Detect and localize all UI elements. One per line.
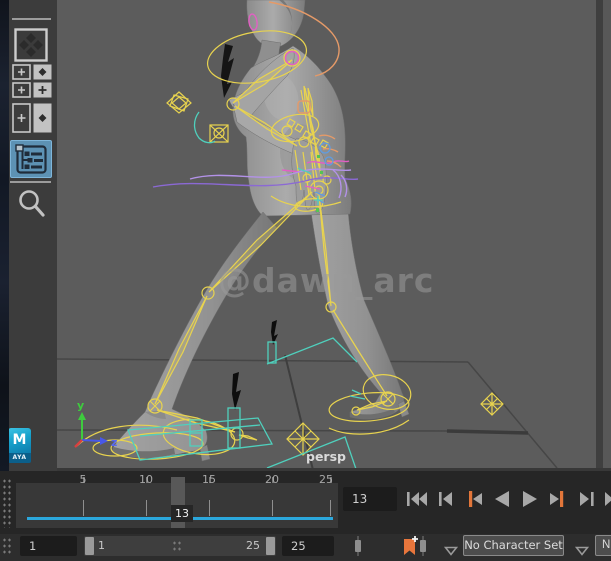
- play-backwards-icon: [494, 491, 509, 507]
- plus-outline-icon: [12, 82, 31, 98]
- range-start-handle[interactable]: [85, 537, 94, 555]
- tall-key-button[interactable]: [33, 103, 52, 133]
- search-icon: [19, 190, 45, 217]
- chevron-down-icon: [574, 546, 590, 556]
- character-mesh[interactable]: [111, 0, 410, 462]
- character-set-dropdown[interactable]: No Character Set: [463, 535, 564, 556]
- maya-window: M AYA y z persp @dawn_arc 5 10 15 20 25 …: [0, 0, 611, 561]
- frame-tick: [146, 500, 147, 516]
- playback-range-slider[interactable]: 1 25: [84, 536, 276, 556]
- range-grip-handle[interactable]: [2, 537, 13, 556]
- add-key-solid-button[interactable]: [33, 82, 52, 98]
- plus-solid-icon: [33, 82, 52, 98]
- go-to-start-icon: [407, 492, 428, 506]
- frame-tick: [272, 500, 273, 516]
- diamond-solid-icon: [33, 64, 52, 80]
- head[interactable]: [246, 0, 306, 48]
- frame-tick: [209, 500, 210, 516]
- anim-layer-dropdown-clipped[interactable]: N: [595, 535, 611, 556]
- next-key-icon: [550, 491, 564, 507]
- add-key-button[interactable]: [12, 64, 31, 80]
- step-forward-frame-button[interactable]: [576, 487, 598, 511]
- current-frame-label: 13: [171, 505, 193, 522]
- previous-key-icon: [468, 491, 482, 507]
- range-slider-row: 1 25 No Character Set: [0, 534, 611, 561]
- range-center-grip[interactable]: [172, 540, 181, 553]
- bookmark-add-icon: [404, 536, 418, 555]
- go-to-end-icon: [604, 492, 611, 506]
- go-to-start-button[interactable]: [406, 487, 428, 511]
- add-bookmark-button[interactable]: [402, 535, 420, 557]
- step-back-key-button[interactable]: [463, 487, 485, 511]
- step-forward-key-button[interactable]: [547, 487, 569, 511]
- viewport-3d-scene[interactable]: y z persp @dawn_arc: [56, 0, 596, 471]
- animation-end-field[interactable]: [282, 536, 334, 556]
- add-inbetween-button[interactable]: [12, 82, 31, 98]
- frame-tick: [83, 500, 84, 516]
- plus-outline-tall-icon: [12, 103, 31, 133]
- desktop-edge-strip: [0, 0, 9, 471]
- maya-logo-text: AYA: [8, 453, 31, 463]
- keyframe-diamonds-icon: [14, 28, 48, 62]
- go-to-end-button[interactable]: [604, 487, 611, 511]
- plus-outline-icon: [12, 64, 31, 80]
- frame-tick-label: 5: [79, 473, 87, 486]
- tall-add-button[interactable]: [12, 103, 31, 133]
- frame-tick-label: 10: [139, 473, 153, 486]
- time-slider-row: 5 10 15 20 25 13: [0, 471, 611, 534]
- frame-tick-label: 25: [319, 473, 333, 486]
- viewport-right-edge: [596, 0, 603, 468]
- step-back-frame-button[interactable]: [434, 487, 456, 511]
- timeline-grip-handle[interactable]: [2, 478, 13, 528]
- step-back-icon: [439, 492, 453, 506]
- play-backwards-button[interactable]: [491, 487, 513, 511]
- maya-logo: M AYA: [8, 428, 31, 463]
- secondary-slider[interactable]: [420, 536, 426, 556]
- anim-layer-menu-arrow[interactable]: [574, 541, 590, 560]
- playback-speed-slider[interactable]: [355, 536, 361, 556]
- character-set-menu-arrow[interactable]: [443, 541, 459, 560]
- range-end-handle[interactable]: [266, 537, 275, 555]
- chevron-down-icon: [443, 546, 459, 556]
- playback-controls: [406, 486, 611, 512]
- toolbar-separator: [10, 181, 51, 183]
- maya-logo-m: M: [8, 428, 31, 453]
- layer-editor-icon: [15, 144, 47, 174]
- axis-y-label: y: [77, 399, 84, 412]
- anim-layer-editor-button-selected[interactable]: [10, 140, 52, 178]
- set-keyframe-button[interactable]: [14, 28, 48, 62]
- step-forward-icon: [579, 492, 594, 506]
- slider-handle[interactable]: [355, 540, 361, 552]
- current-frame-field[interactable]: [343, 487, 397, 511]
- axis-z-label: z: [111, 436, 117, 449]
- slider-handle[interactable]: [420, 540, 426, 552]
- play-forwards-icon: [523, 491, 538, 507]
- animation-start-field[interactable]: [20, 536, 77, 556]
- panel-right-strip: [603, 0, 611, 468]
- frame-tick: [330, 500, 331, 516]
- watermark: @dawn_arc: [218, 261, 434, 300]
- toolbar-separator: [12, 18, 51, 20]
- range-end-label: 25: [246, 539, 260, 552]
- camera-label: persp: [306, 449, 346, 464]
- key-diamond-button[interactable]: [33, 64, 52, 80]
- range-start-label: 1: [98, 539, 105, 552]
- perspective-viewport[interactable]: y z persp @dawn_arc: [56, 0, 596, 471]
- diamond-solid-tall-icon: [33, 103, 52, 133]
- frame-tick-label: 20: [265, 473, 279, 486]
- play-forwards-button[interactable]: [519, 487, 541, 511]
- axis-gizmo: y z: [74, 399, 117, 449]
- search-button[interactable]: [16, 188, 48, 222]
- frame-tick-label: 15: [202, 473, 216, 486]
